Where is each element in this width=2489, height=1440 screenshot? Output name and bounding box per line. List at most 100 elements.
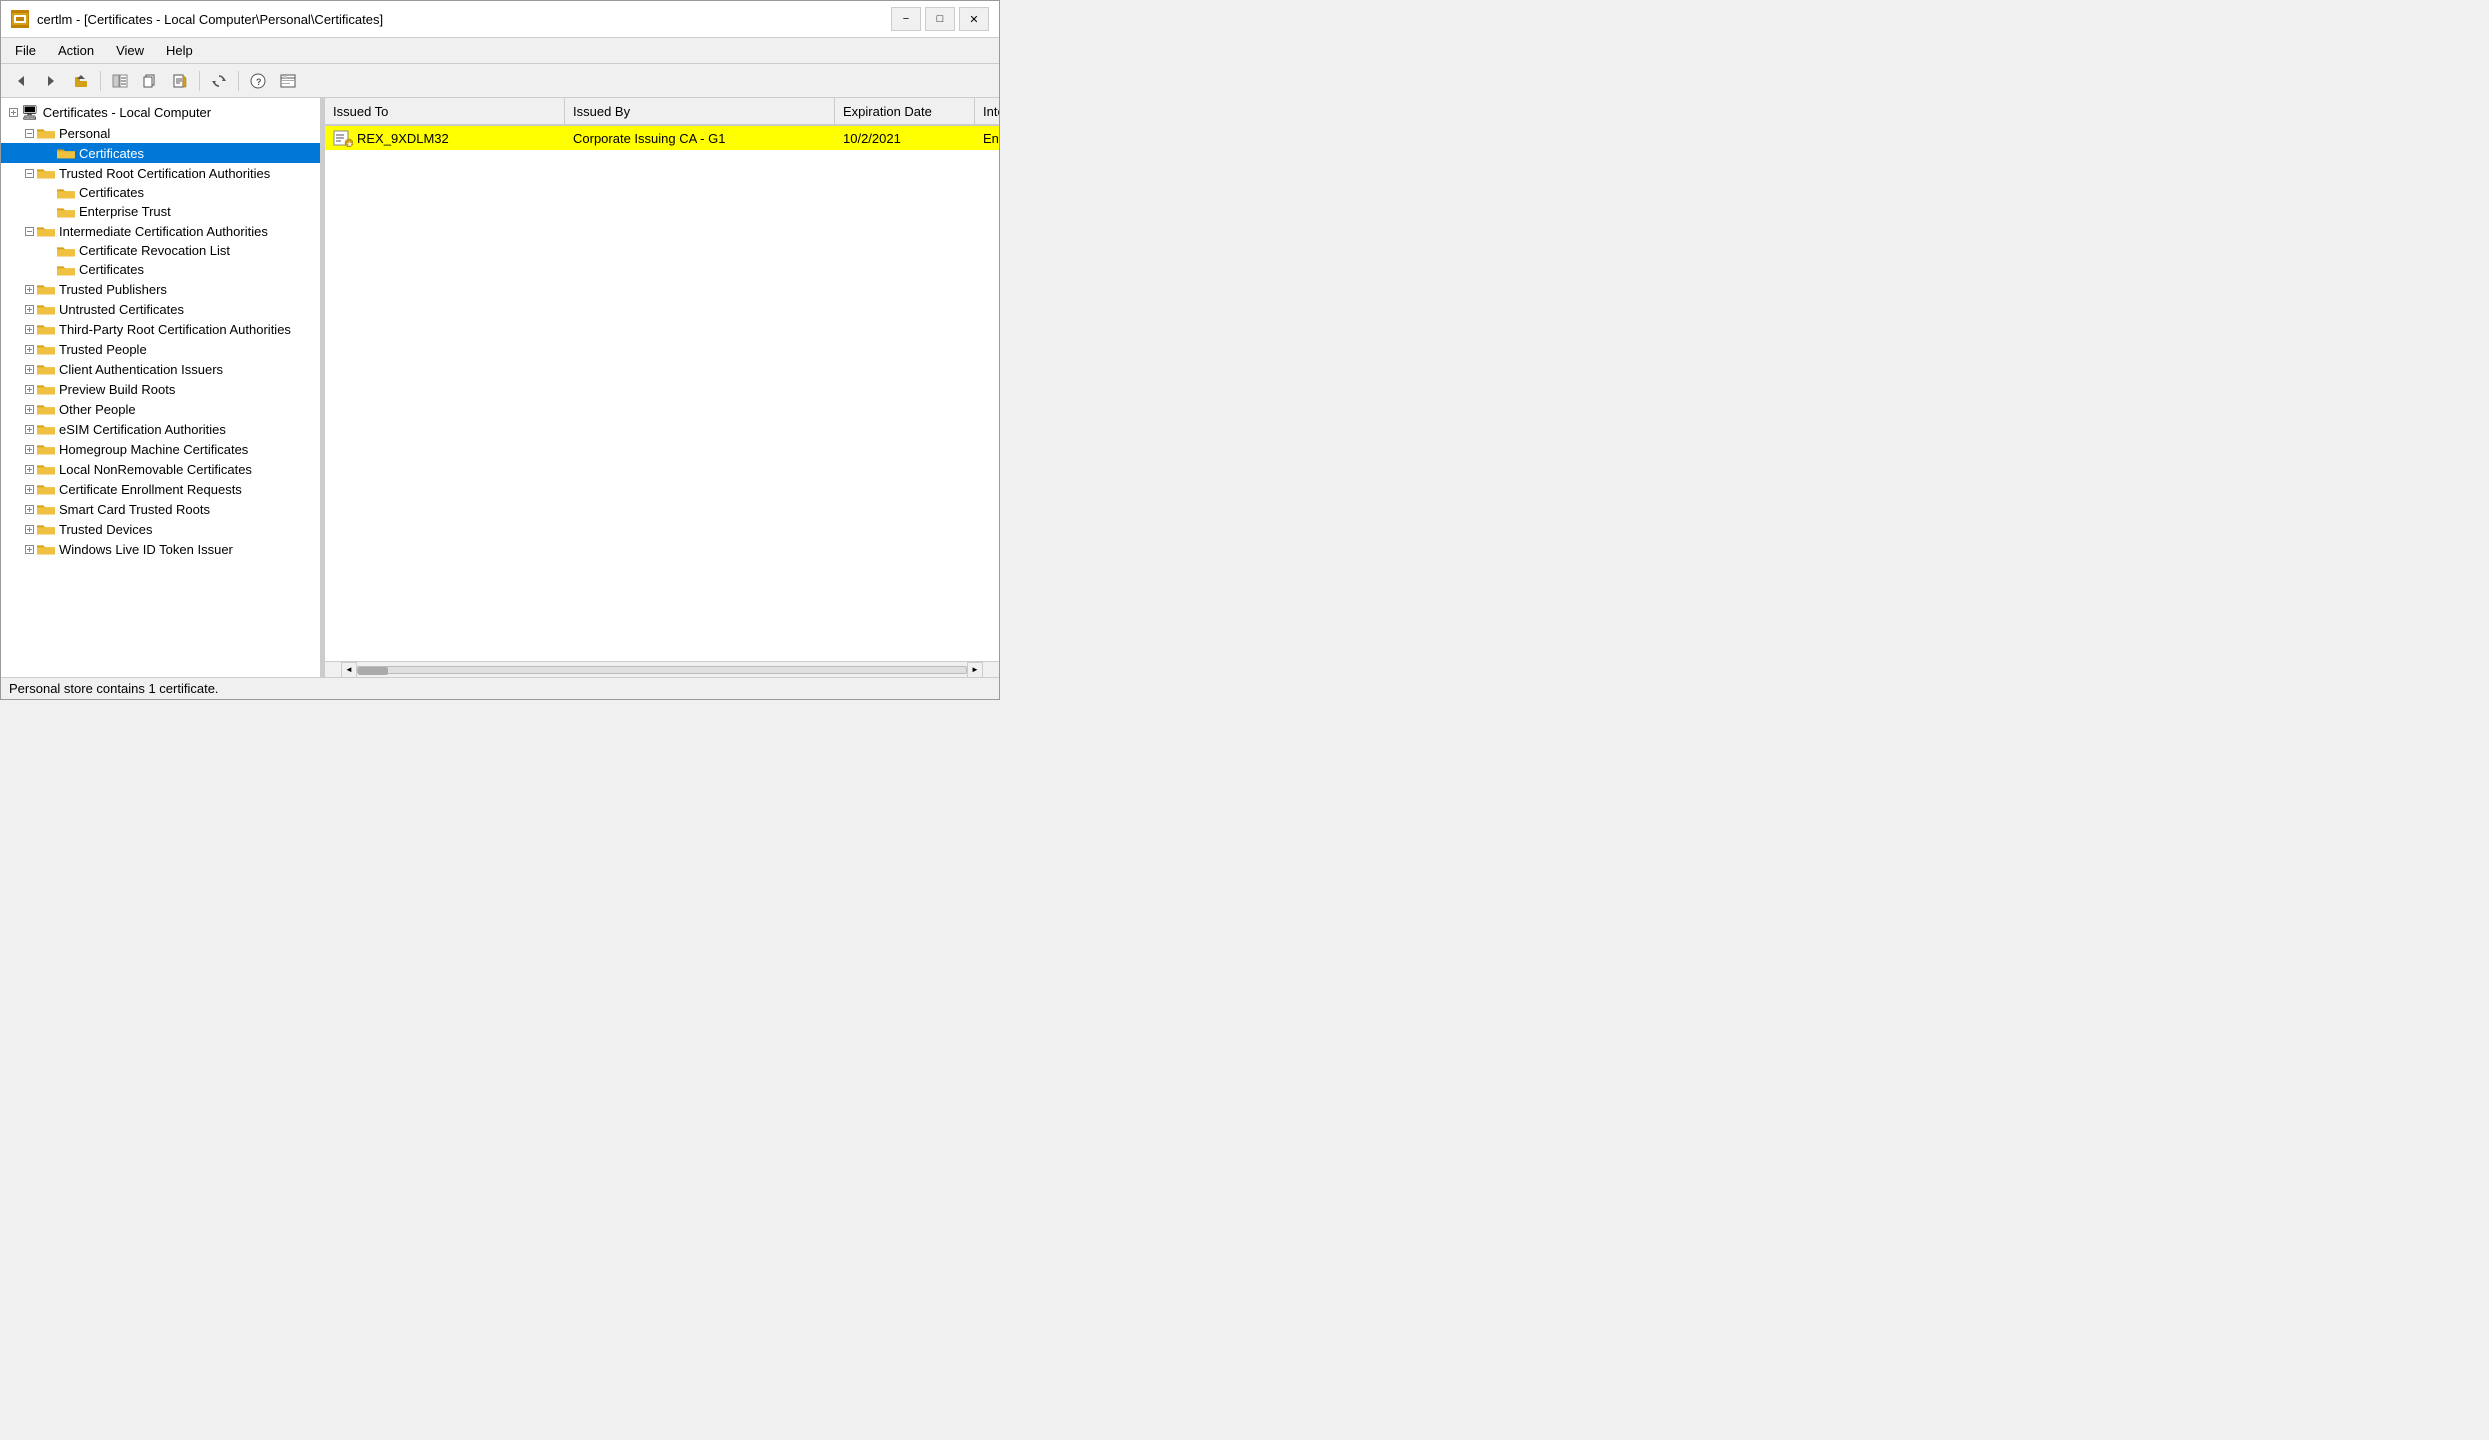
- cell-intended: Encrypting File Syste...: [975, 129, 999, 148]
- menu-bar: File Action View Help: [1, 38, 999, 64]
- preview-build-label: Preview Build Roots: [59, 382, 175, 397]
- cert-enrollment-expand[interactable]: [21, 481, 37, 497]
- scroll-left-arrow[interactable]: ◄: [341, 662, 357, 678]
- col-header-issued-to[interactable]: Issued To: [325, 98, 565, 124]
- esim-expand[interactable]: [21, 421, 37, 437]
- trusted-people-label: Trusted People: [59, 342, 147, 357]
- client-auth-folder: [37, 362, 55, 376]
- personal-expand-icon[interactable]: [21, 125, 37, 141]
- third-party-expand[interactable]: [21, 321, 37, 337]
- intermediate-ca-expand[interactable]: [21, 223, 37, 239]
- back-button[interactable]: [7, 68, 35, 94]
- tree-trusted-root[interactable]: Trusted Root Certification Authorities: [1, 163, 320, 183]
- esim-folder: [37, 422, 55, 436]
- menu-view[interactable]: View: [108, 40, 152, 61]
- local-nonremovable-label: Local NonRemovable Certificates: [59, 462, 252, 477]
- show-hide-button[interactable]: [106, 68, 134, 94]
- tree-panel[interactable]: 🖥 Certificates - Local Computer Personal: [1, 98, 321, 677]
- local-nonremovable-expand[interactable]: [21, 461, 37, 477]
- other-people-expand[interactable]: [21, 401, 37, 417]
- col-header-issued-by[interactable]: Issued By: [565, 98, 835, 124]
- tree-root[interactable]: 🖥 Certificates - Local Computer: [1, 102, 320, 123]
- refresh-button[interactable]: [205, 68, 233, 94]
- personal-folder-icon: [37, 126, 55, 140]
- trusted-publishers-expand[interactable]: [21, 281, 37, 297]
- smart-card-expand[interactable]: [21, 501, 37, 517]
- tree-smart-card[interactable]: Smart Card Trusted Roots: [1, 499, 320, 519]
- homegroup-folder: [37, 442, 55, 456]
- certs-personal-folder: [57, 146, 75, 160]
- tree-trusted-publishers[interactable]: Trusted Publishers: [1, 279, 320, 299]
- tree-local-nonremovable[interactable]: Local NonRemovable Certificates: [1, 459, 320, 479]
- tree-esim-cert[interactable]: eSIM Certification Authorities: [1, 419, 320, 439]
- main-area: 🖥 Certificates - Local Computer Personal: [1, 98, 999, 677]
- trusted-devices-expand[interactable]: [21, 521, 37, 537]
- up-button[interactable]: [67, 68, 95, 94]
- status-bar: Personal store contains 1 certificate.: [1, 677, 999, 699]
- tree-client-auth[interactable]: Client Authentication Issuers: [1, 359, 320, 379]
- certs-trusted-root-label: Certificates: [79, 185, 144, 200]
- col-header-intended[interactable]: Intended Purposes: [975, 98, 999, 124]
- window-controls: − □ ✕: [891, 7, 989, 31]
- tree-certs-trusted-root[interactable]: Certificates: [1, 183, 320, 202]
- tree-cert-enrollment[interactable]: Certificate Enrollment Requests: [1, 479, 320, 499]
- trusted-people-expand[interactable]: [21, 341, 37, 357]
- certs-intermediate-folder: [57, 263, 75, 277]
- homegroup-expand[interactable]: [21, 441, 37, 457]
- enterprise-trust-folder: [57, 205, 75, 219]
- tree-preview-build[interactable]: Preview Build Roots: [1, 379, 320, 399]
- tree-trusted-devices[interactable]: Trusted Devices: [1, 519, 320, 539]
- title-bar: certlm - [Certificates - Local Computer\…: [1, 1, 999, 38]
- root-expand-icon[interactable]: [5, 105, 21, 121]
- toolbar: ?: [1, 64, 999, 98]
- minimize-button[interactable]: −: [891, 7, 921, 31]
- maximize-button[interactable]: □: [925, 7, 955, 31]
- export-button[interactable]: [166, 68, 194, 94]
- untrusted-label: Untrusted Certificates: [59, 302, 184, 317]
- preview-build-folder: [37, 382, 55, 396]
- list-header: Issued To Issued By Expiration Date Inte…: [325, 98, 999, 126]
- menu-help[interactable]: Help: [158, 40, 201, 61]
- tree-homegroup[interactable]: Homegroup Machine Certificates: [1, 439, 320, 459]
- tree-untrusted-certs[interactable]: Untrusted Certificates: [1, 299, 320, 319]
- untrusted-expand[interactable]: [21, 301, 37, 317]
- cell-issued-to: ★ REX_9XDLM32: [325, 127, 565, 149]
- tree-third-party-root[interactable]: Third-Party Root Certification Authoriti…: [1, 319, 320, 339]
- forward-button[interactable]: [37, 68, 65, 94]
- cell-expiration: 10/2/2021: [835, 129, 975, 148]
- tree-certificates-personal[interactable]: Certificates: [1, 143, 320, 163]
- table-row[interactable]: ★ REX_9XDLM32 Corporate Issuing CA - G1 …: [325, 126, 999, 150]
- tree-cert-revocation[interactable]: Certificate Revocation List: [1, 241, 320, 260]
- col-header-expiration[interactable]: Expiration Date: [835, 98, 975, 124]
- scroll-right-arrow[interactable]: ►: [967, 662, 983, 678]
- tree-root-label: Certificates - Local Computer: [43, 105, 211, 120]
- properties-button[interactable]: [274, 68, 302, 94]
- trusted-root-expand[interactable]: [21, 165, 37, 181]
- list-content[interactable]: ★ REX_9XDLM32 Corporate Issuing CA - G1 …: [325, 126, 999, 661]
- help-button[interactable]: ?: [244, 68, 272, 94]
- close-button[interactable]: ✕: [959, 7, 989, 31]
- other-people-label: Other People: [59, 402, 136, 417]
- tree-personal[interactable]: Personal: [1, 123, 320, 143]
- scroll-thumb[interactable]: [358, 667, 388, 675]
- tree-intermediate-ca[interactable]: Intermediate Certification Authorities: [1, 221, 320, 241]
- scroll-track[interactable]: [357, 666, 967, 674]
- tree-other-people[interactable]: Other People: [1, 399, 320, 419]
- tree-enterprise-trust[interactable]: Enterprise Trust: [1, 202, 320, 221]
- client-auth-expand[interactable]: [21, 361, 37, 377]
- third-party-label: Third-Party Root Certification Authoriti…: [59, 322, 291, 337]
- cert-enrollment-label: Certificate Enrollment Requests: [59, 482, 242, 497]
- windows-live-label: Windows Live ID Token Issuer: [59, 542, 233, 557]
- copy-button[interactable]: [136, 68, 164, 94]
- menu-file[interactable]: File: [7, 40, 44, 61]
- tree-windows-live[interactable]: Windows Live ID Token Issuer: [1, 539, 320, 559]
- tree-trusted-people[interactable]: Trusted People: [1, 339, 320, 359]
- trusted-root-folder: [37, 166, 55, 180]
- preview-build-expand[interactable]: [21, 381, 37, 397]
- menu-action[interactable]: Action: [50, 40, 102, 61]
- certs-intermediate-label: Certificates: [79, 262, 144, 277]
- windows-live-expand[interactable]: [21, 541, 37, 557]
- horizontal-scrollbar[interactable]: ◄ ►: [325, 661, 999, 677]
- other-people-folder: [37, 402, 55, 416]
- tree-certs-intermediate[interactable]: Certificates: [1, 260, 320, 279]
